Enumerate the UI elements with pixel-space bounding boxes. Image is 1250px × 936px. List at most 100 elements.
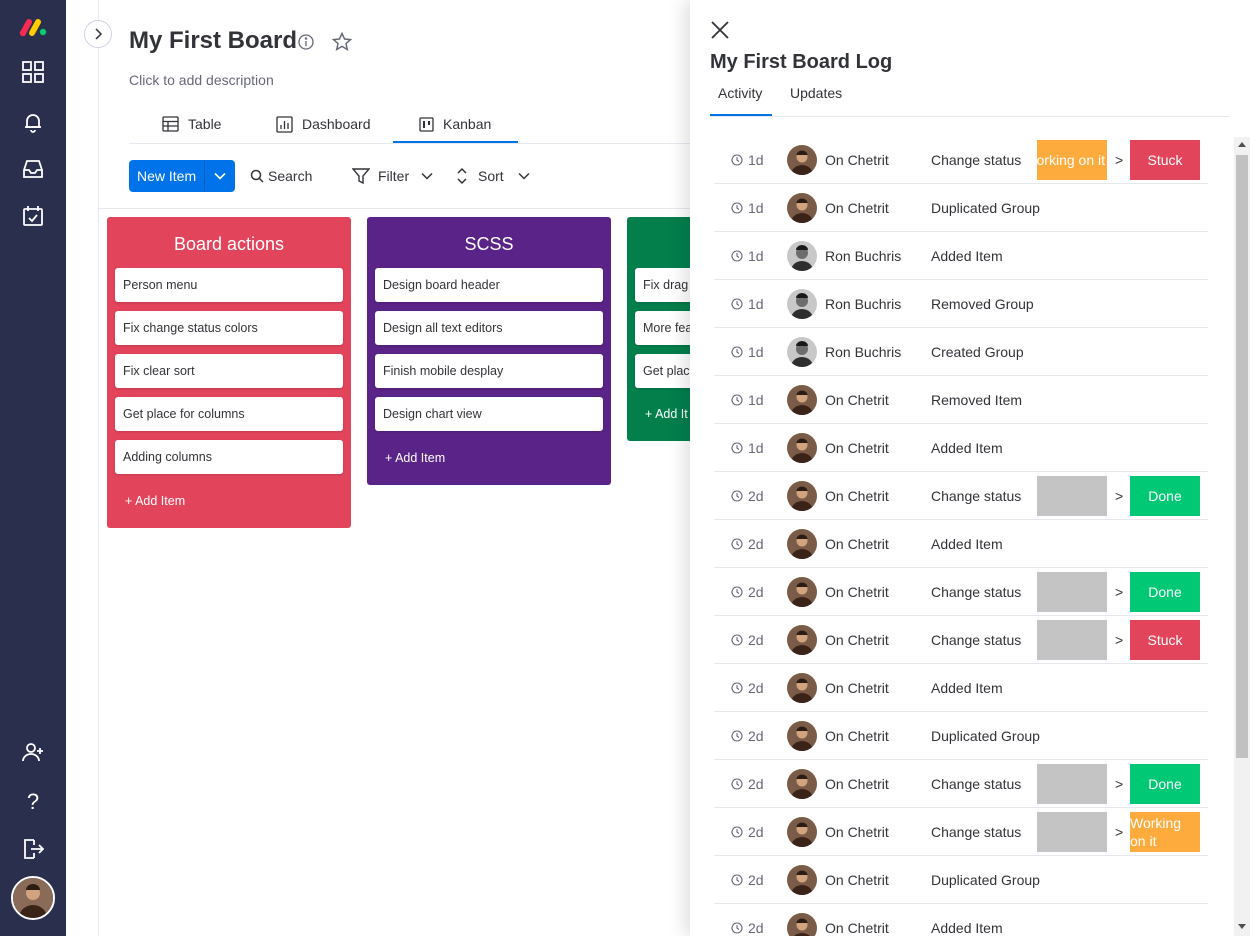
sort-button[interactable]: Sort <box>456 160 530 192</box>
log-scrollbar[interactable] <box>1234 137 1250 936</box>
tab-updates[interactable]: Updates <box>790 85 842 101</box>
kanban-card[interactable]: Design all text editors <box>375 311 603 345</box>
avatar[interactable] <box>787 337 817 367</box>
log-user-name[interactable]: Ron Buchris <box>825 328 901 376</box>
avatar[interactable] <box>787 817 817 847</box>
log-time-label: 1d <box>748 296 764 312</box>
log-time: 2d <box>731 712 764 760</box>
scroll-down-arrow-icon[interactable] <box>1238 924 1246 929</box>
clock-icon <box>731 538 743 550</box>
avatar[interactable] <box>787 769 817 799</box>
add-item-button[interactable]: + Add It <box>645 407 688 421</box>
scroll-up-arrow-icon[interactable] <box>1238 142 1246 147</box>
status-change-arrow: > <box>1115 152 1124 168</box>
clock-icon <box>731 490 743 502</box>
activity-log-panel: My First Board Log Activity Updates 1d On… <box>690 0 1250 936</box>
monday-logo-icon[interactable] <box>19 14 47 42</box>
tab-label: Table <box>188 116 222 132</box>
avatar[interactable] <box>787 193 817 223</box>
log-user-name[interactable]: On Chetrit <box>825 376 889 424</box>
log-user-name[interactable]: On Chetrit <box>825 616 889 664</box>
avatar[interactable] <box>787 673 817 703</box>
avatar[interactable] <box>787 913 817 936</box>
avatar[interactable] <box>787 625 817 655</box>
avatar[interactable] <box>787 529 817 559</box>
search-button[interactable]: Search <box>250 160 312 192</box>
log-user-name[interactable]: On Chetrit <box>825 184 889 232</box>
log-action: Created Group <box>931 344 1024 360</box>
kanban-card[interactable]: Adding columns <box>115 440 343 474</box>
new-item-button[interactable]: New Item <box>129 160 235 192</box>
log-user-name[interactable]: On Chetrit <box>825 664 889 712</box>
invite-members-icon[interactable] <box>19 738 47 766</box>
group-title[interactable]: Board actions <box>107 234 351 255</box>
log-user-name[interactable]: On Chetrit <box>825 712 889 760</box>
kanban-card[interactable]: Get place for columns <box>115 397 343 431</box>
log-row: 2d On Chetrit Added Item <box>714 904 1208 936</box>
notifications-bell-icon[interactable] <box>19 108 47 136</box>
log-time-label: 1d <box>748 392 764 408</box>
avatar[interactable] <box>787 241 817 271</box>
new-item-label[interactable]: New Item <box>129 160 205 192</box>
board-title[interactable]: My First Board <box>129 27 297 55</box>
clock-icon <box>731 778 743 790</box>
log-user-name[interactable]: On Chetrit <box>825 568 889 616</box>
clock-icon <box>731 586 743 598</box>
kanban-card[interactable]: Finish mobile desplay <box>375 354 603 388</box>
log-user-name[interactable]: On Chetrit <box>825 424 889 472</box>
log-user-name[interactable]: On Chetrit <box>825 904 889 936</box>
logout-icon[interactable] <box>19 835 47 863</box>
kanban-card[interactable]: Person menu <box>115 268 343 302</box>
new-item-dropdown-button[interactable] <box>205 160 235 192</box>
log-user-name[interactable]: On Chetrit <box>825 856 889 904</box>
tab-activity[interactable]: Activity <box>718 85 762 101</box>
avatar[interactable] <box>787 145 817 175</box>
log-user-name[interactable]: On Chetrit <box>825 808 889 856</box>
avatar[interactable] <box>787 865 817 895</box>
group-title[interactable]: SCSS <box>367 234 611 255</box>
avatar[interactable] <box>787 289 817 319</box>
log-row: 2d On Chetrit Added Item <box>714 520 1208 568</box>
workspaces-grid-icon[interactable] <box>19 58 47 86</box>
kanban-card[interactable]: Design board header <box>375 268 603 302</box>
log-user-name[interactable]: On Chetrit <box>825 760 889 808</box>
log-time: 1d <box>731 136 764 184</box>
avatar[interactable] <box>787 481 817 511</box>
kanban-card[interactable]: Get plac <box>635 354 690 388</box>
user-avatar[interactable] <box>11 876 55 920</box>
info-icon[interactable] <box>298 34 314 55</box>
avatar[interactable] <box>787 433 817 463</box>
close-icon[interactable] <box>709 19 731 41</box>
add-item-button[interactable]: + Add Item <box>385 451 445 465</box>
log-user-name[interactable]: On Chetrit <box>825 136 889 184</box>
board-description[interactable]: Click to add description <box>129 72 274 88</box>
kanban-card[interactable]: Fix drag <box>635 268 690 302</box>
kanban-card[interactable]: More fea <box>635 311 690 345</box>
scrollbar-thumb[interactable] <box>1236 155 1248 758</box>
active-tab-indicator <box>393 141 518 143</box>
kanban-card[interactable]: Design chart view <box>375 397 603 431</box>
avatar[interactable] <box>787 721 817 751</box>
expand-sidebar-button[interactable] <box>84 20 112 48</box>
avatar[interactable] <box>787 385 817 415</box>
tab-dashboard[interactable]: Dashboard <box>276 106 371 142</box>
avatar[interactable] <box>787 577 817 607</box>
chevron-down-icon <box>214 172 226 180</box>
favorite-star-icon[interactable] <box>331 31 353 57</box>
tab-kanban[interactable]: Kanban <box>419 106 491 142</box>
log-user-name[interactable]: Ron Buchris <box>825 280 901 328</box>
my-work-calendar-icon[interactable] <box>19 202 47 230</box>
kanban-card[interactable]: Fix clear sort <box>115 354 343 388</box>
log-user-name[interactable]: On Chetrit <box>825 472 889 520</box>
kanban-group-green: Fix drag More fea Get plac + Add It <box>627 217 690 441</box>
add-item-button[interactable]: + Add Item <box>125 494 185 508</box>
log-user-name[interactable]: Ron Buchris <box>825 232 901 280</box>
tab-table[interactable]: Table <box>162 106 221 142</box>
kanban-card[interactable]: Fix change status colors <box>115 311 343 345</box>
clock-icon <box>731 154 743 166</box>
filter-button[interactable]: Filter <box>352 160 433 192</box>
log-row: 1d On Chetrit Added Item <box>714 424 1208 472</box>
inbox-icon[interactable] <box>19 155 47 183</box>
help-icon[interactable]: ? <box>19 788 47 816</box>
log-user-name[interactable]: On Chetrit <box>825 520 889 568</box>
